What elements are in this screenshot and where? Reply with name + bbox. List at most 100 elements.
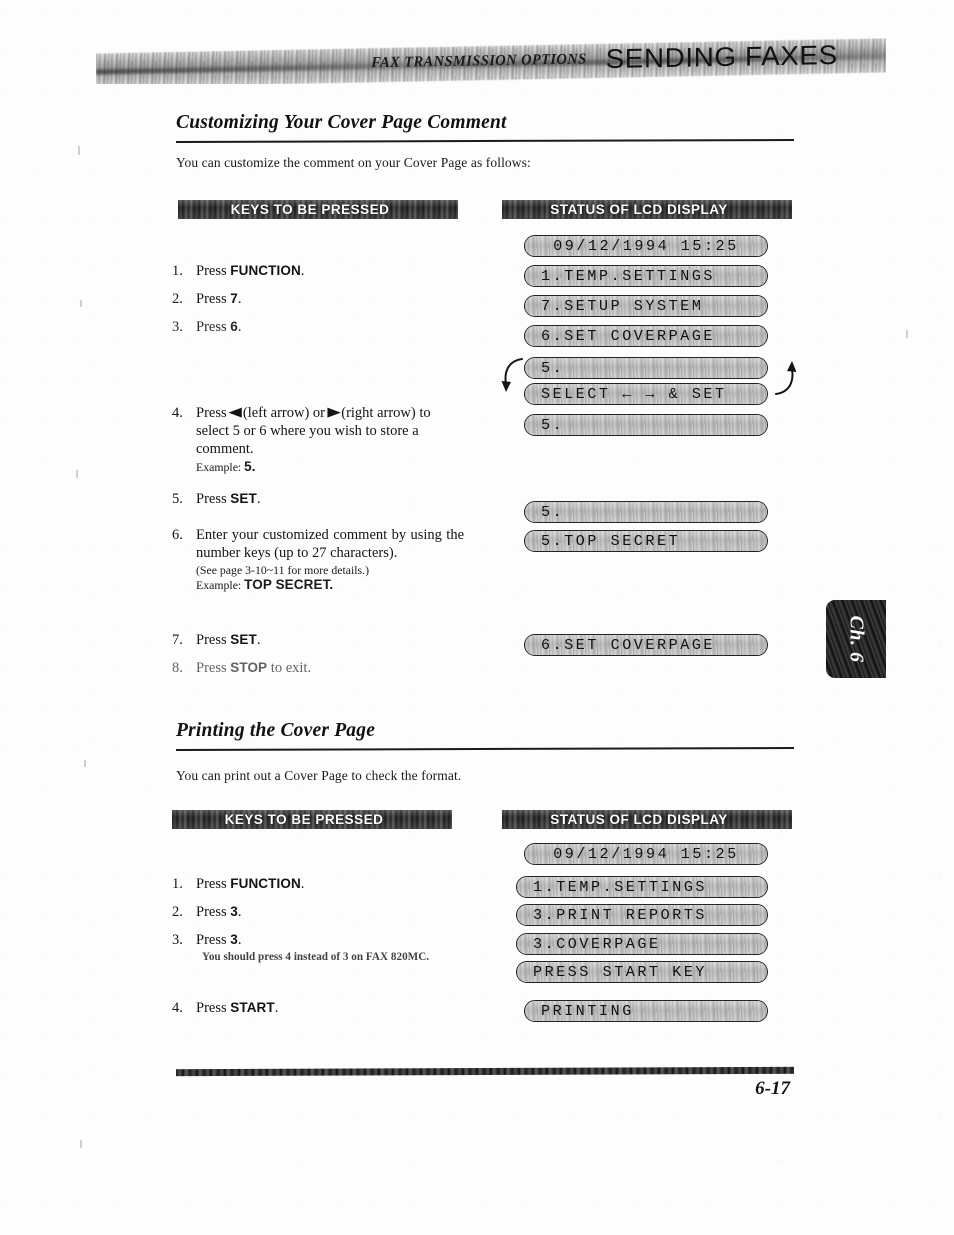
step-item: 6. Enter your customized comment by usin… [172,527,464,593]
lcd-text: 6.SET COVERPAGE [541,327,716,345]
step-text: Press [196,263,231,279]
step-text: Press [196,876,231,892]
section-intro-printing: You can print out a Cover Page to check … [176,768,462,783]
cycle-arrow-right-icon [772,354,798,400]
lcd-display: 3.PRINT REPORTS [516,904,768,926]
lcd-display: 5. [524,414,768,436]
step-text: Press [196,405,231,421]
section-title-printing: Printing the Cover Page [176,720,376,741]
chapter-tab-label: Ch. 6 [845,615,868,663]
step-text-end: . [237,319,242,335]
step-number: 7. [172,632,183,648]
key-label: SET [230,632,257,647]
key-label: 7 [230,291,238,306]
step-text-end: . [237,932,242,948]
step-text: Press [196,904,231,920]
banner-label: STATUS OF LCD DISPLAY [550,812,728,827]
example-value: 5. [244,458,256,474]
step-number: 3. [172,319,183,335]
lcd-display: 1.TEMP.SETTINGS [516,876,768,898]
step-item: 2. Press 3. [172,904,462,922]
step-number: 1. [172,876,183,892]
example-value: TOP SECRET. [244,577,334,593]
key-label: 3 [230,904,238,919]
step-text: Press [196,319,231,335]
step-text-end: . [237,904,242,920]
lcd-display: 6.SET COVERPAGE [524,634,768,656]
step-text: Press [196,491,231,507]
key-label: 6 [230,319,238,334]
step-number: 2. [172,291,183,307]
lcd-display: 6.SET COVERPAGE [524,325,768,347]
step-text: Press [196,632,231,648]
lcd-display: 5. [524,357,768,379]
lcd-text: 5. [541,416,565,434]
key-label: SET [230,491,257,506]
banner-keys-to-be-pressed-2: KEYS TO BE PRESSED [172,810,452,829]
key-label: FUNCTION [230,263,301,278]
step-number: 1. [172,263,183,279]
lcd-text: PRESS START KEY [533,963,708,981]
step-text: Press [196,932,231,948]
lcd-text: 5. [541,503,565,521]
step-text-end: . [274,1000,279,1016]
step-text-end: . [300,263,305,279]
step-note: You should press 4 instead of 3 on FAX 8… [202,950,430,963]
step-item: 4. Press START. [172,1000,462,1018]
lcd-text: 1.TEMP.SETTINGS [533,878,708,896]
step-text: Enter your customized comment by using t… [196,527,464,561]
right-arrow-icon: ▶ [327,404,341,419]
chapter-title: SENDING FAXES [605,39,838,74]
lcd-display: PRESS START KEY [516,961,768,983]
banner-label: STATUS OF LCD DISPLAY [550,202,728,217]
step-item: 3. Press 6. [172,319,462,337]
step-item: 3. Press 3. You should press 4 instead o… [172,932,464,964]
step-number: 2. [172,904,183,920]
step-text: Press [196,291,231,307]
banner-label: KEYS TO BE PRESSED [224,812,384,827]
section-intro-customizing: You can customize the comment on your Co… [176,155,531,170]
cycle-arrow-left-icon [500,354,526,400]
lcd-display: 5.TOP SECRET [524,530,768,552]
lcd-text: SELECT ← → & SET [541,385,727,403]
scan-edge-marks [0,0,954,1235]
lcd-text: 09/12/1994 15:25 [553,845,739,863]
example-label: Example: [196,578,245,593]
step-note: (See page 3-10~11 for more details.) [196,562,370,577]
lcd-text: 7.SETUP SYSTEM [541,297,704,315]
step-example: Example: 5. [196,459,464,475]
lcd-display: 5. [524,501,768,523]
lcd-display: 1.TEMP.SETTINGS [524,265,768,287]
step-item: 2. Press 7. [172,291,462,309]
key-label: STOP [230,660,268,675]
banner-status-of-lcd-1: STATUS OF LCD DISPLAY [502,200,792,219]
step-example: Example: TOP SECRET. [196,577,464,593]
banner-keys-to-be-pressed-1: KEYS TO BE PRESSED [178,200,458,219]
step-number: 4. [172,1000,183,1016]
lcd-display: 09/12/1994 15:25 [524,843,768,865]
step-item: 7. Press SET. [172,632,462,650]
page-number: 6-17 [755,1078,790,1099]
step-text-end: to exit. [267,660,312,676]
key-label: 3 [230,932,238,947]
lcd-text: 3.PRINT REPORTS [533,906,708,924]
step-text-end: . [256,491,261,507]
footer-rule [176,1066,794,1077]
lcd-text: 09/12/1994 15:25 [553,237,739,255]
lcd-text: 1.TEMP.SETTINGS [541,267,716,285]
page-header-band: FAX TRANSMISSION OPTIONS SENDING FAXES [96,38,886,84]
lcd-text: 5. [541,359,565,377]
lcd-display: SELECT ← → & SET [524,383,768,405]
lcd-text: 6.SET COVERPAGE [541,636,716,654]
step-number: 8. [172,660,183,676]
step-item: 1. Press FUNCTION. [172,263,462,281]
running-head: FAX TRANSMISSION OPTIONS [371,50,587,71]
step-number: 5. [172,491,183,507]
step-item: 1. Press FUNCTION. [172,876,462,894]
lcd-display: 09/12/1994 15:25 [524,235,768,257]
step-item: 8. Press STOP to exit. [172,660,462,678]
step-text: (left arrow) or [239,405,329,421]
step-text-end: . [256,632,261,648]
lcd-display: 7.SETUP SYSTEM [524,295,768,317]
lcd-display: PRINTING [524,1000,768,1022]
